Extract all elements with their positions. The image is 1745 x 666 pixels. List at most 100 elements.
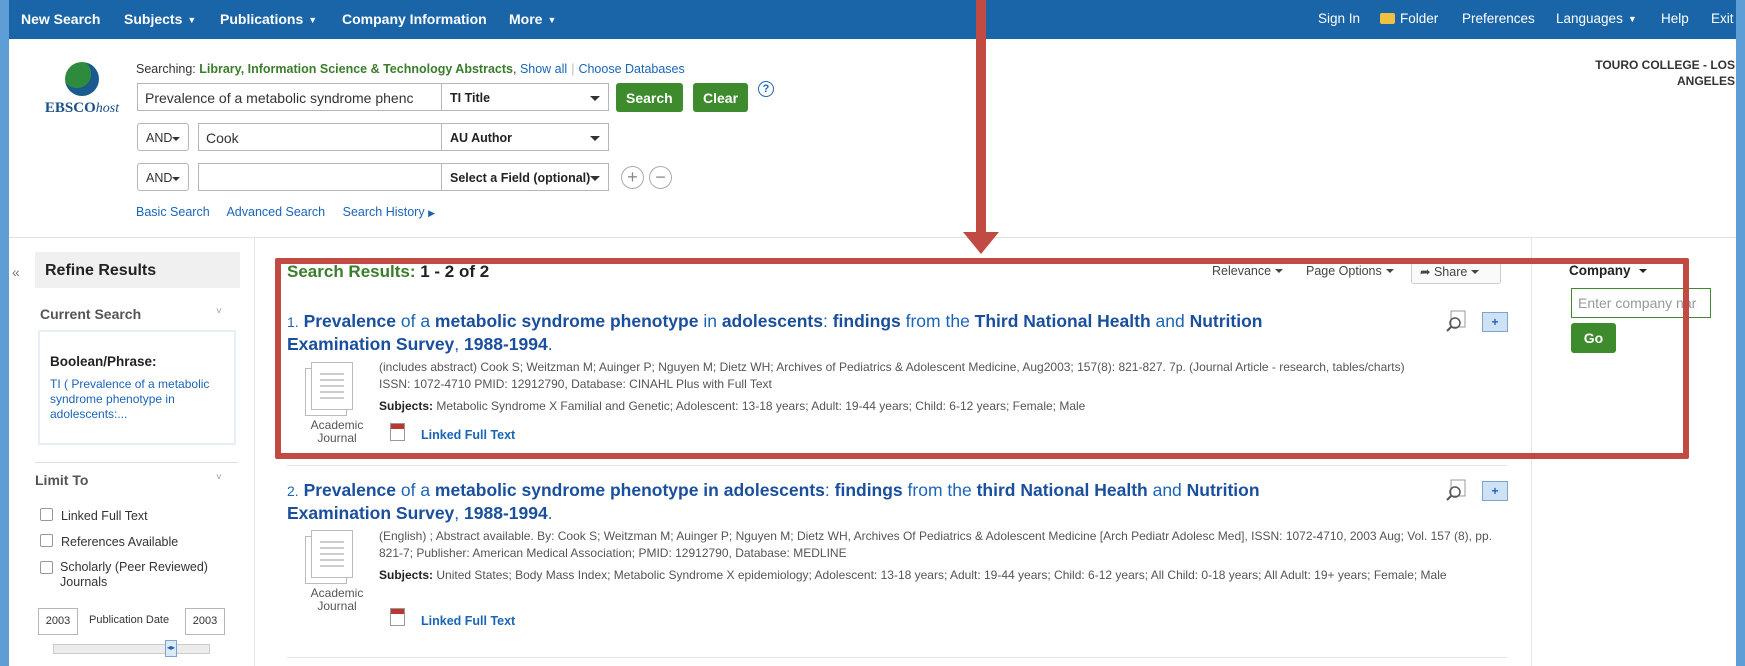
logo-brand: EBSCO [44, 100, 96, 116]
ebsco-logo-icon [65, 62, 99, 96]
logo-text: EBSCOhost [27, 100, 137, 117]
divider [254, 238, 255, 666]
search-input-row1[interactable]: Prevalence of a metabolic syndrome phenc [137, 83, 442, 111]
chevron-down-icon: ▼ [1627, 14, 1637, 24]
subjects-label: Subjects: [379, 568, 434, 582]
nav-sign-in[interactable]: Sign In [1318, 11, 1360, 26]
boolean-select-row2[interactable]: AND [137, 123, 189, 151]
collapse-sidebar-icon[interactable]: « [12, 264, 20, 280]
search-button[interactable]: Search [616, 83, 683, 112]
choose-databases-link[interactable]: Choose Databases [578, 62, 684, 76]
search-input-row3[interactable] [198, 163, 442, 191]
checkbox[interactable] [40, 508, 53, 521]
result-title-2[interactable]: 2. Prevalence of a metabolic syndrome ph… [287, 479, 1337, 524]
date-to-input[interactable]: 2003 [185, 608, 225, 635]
nav-folder-label: Folder [1400, 11, 1439, 26]
field-select-row3-label: Select a Field (optional) [450, 171, 591, 185]
date-from-input[interactable]: 2003 [38, 608, 78, 635]
annotation-highlight-box [275, 258, 1689, 459]
current-query-link[interactable]: TI ( Prevalence of a metabolic syndrome … [50, 377, 224, 422]
limit-scholarly-journals[interactable]: Scholarly (Peer Reviewed) Journals [40, 560, 230, 590]
basic-search-link[interactable]: Basic Search [136, 205, 210, 219]
divider: | [571, 62, 575, 76]
chevron-down-icon [590, 96, 600, 101]
help-icon[interactable]: ? [758, 81, 774, 97]
chevron-down-icon[interactable]: ˅ [216, 472, 222, 483]
divider [9, 237, 1736, 238]
date-slider-handle[interactable]: ◂▸ [165, 640, 177, 657]
date-slider-track[interactable] [53, 644, 210, 654]
nav-languages-label: Languages [1556, 11, 1623, 26]
chevron-down-icon [590, 176, 600, 181]
subjects-text: United States; Body Mass Index; Metaboli… [436, 568, 1447, 582]
annotation-arrow-head [963, 232, 999, 254]
clear-button[interactable]: Clear [693, 83, 749, 112]
add-to-folder-icon[interactable]: + [1482, 481, 1508, 501]
ebsco-logo[interactable]: EBSCOhost [27, 62, 137, 117]
limit-linked-full-text[interactable]: Linked Full Text [40, 508, 148, 523]
divider [287, 657, 1507, 658]
nav-exit[interactable]: Exit [1711, 11, 1734, 26]
searching-label: Searching: [136, 62, 196, 76]
search-input-row2[interactable]: Cook [198, 123, 442, 151]
nav-company-information[interactable]: Company Information [342, 11, 487, 27]
annotation-arrow-shaft [976, 0, 986, 240]
nav-preferences[interactable]: Preferences [1462, 11, 1535, 26]
divider [287, 465, 1507, 466]
chevron-down-icon: ▼ [547, 15, 557, 25]
nav-folder[interactable]: Folder [1380, 11, 1438, 26]
result-meta-2: (English) ; Abstract available. By: Cook… [379, 529, 1492, 560]
folder-icon [1380, 13, 1395, 24]
searching-line: Searching: Library, Information Science … [136, 62, 685, 76]
divider [35, 462, 238, 463]
field-select-row1[interactable]: TI Title [441, 83, 609, 111]
show-all-link[interactable]: Show all [520, 62, 567, 76]
chevron-down-icon [172, 137, 180, 141]
nav-publications-label: Publications [220, 11, 304, 27]
chevron-down-icon [590, 136, 600, 141]
nav-subjects[interactable]: Subjects ▼ [124, 11, 196, 27]
nav-publications[interactable]: Publications ▼ [220, 11, 317, 27]
logo-suffix: host [95, 101, 120, 116]
remove-row-icon[interactable]: − [649, 166, 672, 189]
refine-results-title: Refine Results [35, 252, 240, 288]
nav-languages[interactable]: Languages ▼ [1556, 11, 1637, 26]
top-nav: New Search Subjects ▼ Publications ▼ Compa… [9, 0, 1736, 39]
nav-subjects-label: Subjects [124, 11, 183, 27]
nav-more[interactable]: More ▼ [509, 11, 556, 27]
add-row-icon[interactable]: + [621, 166, 644, 189]
publication-date-label: Publication Date [89, 614, 170, 626]
nav-help[interactable]: Help [1661, 11, 1689, 26]
advanced-search-link[interactable]: Advanced Search [226, 205, 325, 219]
search-history-label: Search History [342, 205, 425, 219]
limit-to-heading[interactable]: Limit To [35, 472, 88, 488]
search-mode-links: Basic Search Advanced Search Search Hist… [136, 205, 449, 219]
chevron-down-icon: ▼ [308, 15, 318, 25]
result-number: 2. [287, 483, 299, 499]
academic-journal-icon [305, 530, 357, 584]
nav-new-search[interactable]: New Search [21, 11, 100, 27]
boolean-select-row2-label: AND [146, 131, 173, 145]
search-history-link[interactable]: Search History ▶ [343, 205, 435, 219]
limit-label: References Available [61, 535, 179, 549]
institution-name: TOURO COLLEGE - LOS ANGELES [1595, 58, 1735, 88]
limit-references-available[interactable]: References Available [40, 534, 178, 549]
full-text-icon[interactable] [390, 608, 405, 626]
field-select-row2[interactable]: AU Author [441, 123, 609, 151]
app-window: New Search Subjects ▼ Publications ▼ Compa… [9, 0, 1736, 666]
current-search-box: Boolean/Phrase: TI ( Prevalence of a met… [38, 330, 236, 445]
field-select-row3[interactable]: Select a Field (optional) [441, 163, 609, 191]
database-name: Library, Information Science & Technolog… [199, 62, 513, 76]
nav-more-label: More [509, 11, 543, 27]
preview-icon[interactable] [1445, 479, 1469, 501]
checkbox[interactable] [40, 534, 53, 547]
linked-full-text-link[interactable]: Linked Full Text [421, 614, 515, 628]
chevron-down-icon[interactable]: ˅ [216, 306, 222, 317]
chevron-right-icon: ▶ [428, 208, 436, 218]
limit-label: Scholarly (Peer Reviewed) Journals [60, 560, 208, 589]
current-search-heading[interactable]: Current Search [40, 306, 141, 322]
boolean-select-row3[interactable]: AND [137, 163, 189, 191]
checkbox[interactable] [40, 561, 53, 574]
chevron-down-icon [172, 177, 180, 181]
document-type-label: Academic Journal [310, 586, 364, 613]
